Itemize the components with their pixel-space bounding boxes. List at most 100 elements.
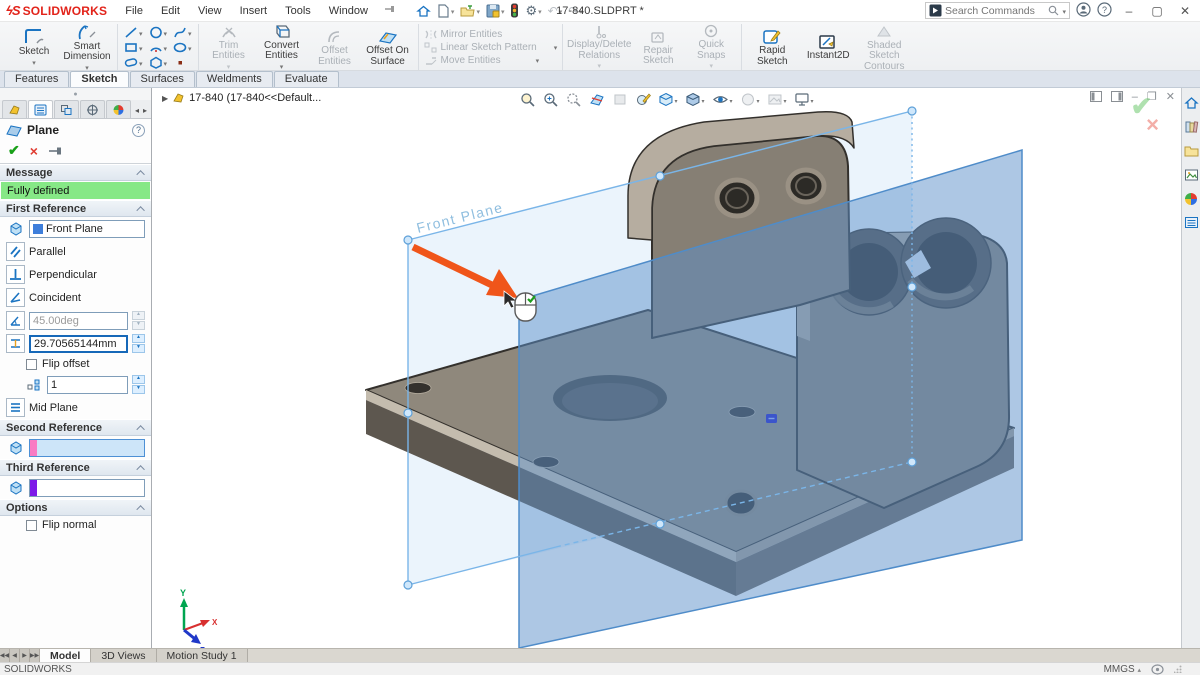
first-reference-section-header[interactable]: First Reference	[0, 200, 151, 217]
tab-scroll-last-icon[interactable]: ▶▶	[30, 649, 40, 662]
units-selector[interactable]: MMGS ▴	[1104, 664, 1141, 675]
ellipse-tool[interactable]	[172, 40, 193, 55]
first-reference-selection-box[interactable]: Front Plane	[29, 220, 145, 238]
propertymanager-tab[interactable]	[28, 100, 53, 118]
help-icon[interactable]: ?	[1097, 2, 1112, 20]
edit-appearance-pencil-icon[interactable]	[634, 92, 650, 107]
close-button[interactable]: ✕	[1174, 4, 1196, 18]
tab-weldments[interactable]: Weldments	[196, 71, 273, 87]
menu-window[interactable]: Window	[321, 2, 376, 20]
rapid-sketch-button[interactable]: Rapid Sketch	[747, 27, 797, 67]
offset-distance-field[interactable]	[29, 335, 128, 353]
feature-tree-breadcrumb[interactable]: ▶ 17-840 (17-840<<Default...	[162, 92, 321, 104]
tree-expand-icon[interactable]: ▶	[162, 94, 168, 103]
cancel-x-button[interactable]: ×	[30, 143, 38, 159]
tab-features[interactable]: Features	[4, 71, 69, 87]
home-tab-icon[interactable]	[1183, 94, 1200, 111]
ok-button[interactable]: ✔	[8, 142, 20, 159]
parallel-constraint-button[interactable]	[6, 242, 25, 261]
offset-distance-spinner[interactable]: ▲▼	[132, 334, 145, 353]
maximize-button[interactable]: ▢	[1146, 4, 1168, 18]
instance-count-field[interactable]	[47, 376, 128, 394]
featuremanager-tab[interactable]	[2, 100, 27, 118]
menu-file[interactable]: File	[117, 2, 151, 20]
menu-insert[interactable]: Insert	[232, 2, 276, 20]
model-3d-scene[interactable]: Front Plane Y X	[152, 88, 1181, 648]
panel-help-icon[interactable]: ?	[132, 124, 145, 137]
zoom-to-area-icon[interactable]	[542, 92, 558, 107]
instant2d-button[interactable]: Instant2D	[800, 32, 856, 62]
flip-offset-checkbox[interactable]	[26, 359, 37, 370]
sketch-button[interactable]: Sketch	[9, 26, 59, 68]
view-palette-icon[interactable]	[1183, 166, 1200, 183]
options-gear-icon[interactable]: ⚙	[523, 2, 543, 20]
mid-plane-button[interactable]	[6, 398, 25, 417]
graphics-viewport[interactable]: ▶ 17-840 (17-840<<Default... – ❐ ✕	[152, 88, 1181, 648]
slot-tool[interactable]	[123, 55, 144, 70]
minimize-button[interactable]: –	[1118, 4, 1140, 18]
panel-splitter-handle[interactable]: ●	[0, 88, 151, 100]
new-document-icon[interactable]	[435, 3, 457, 19]
doc-close-icon[interactable]: ✕	[1166, 90, 1175, 103]
menu-edit[interactable]: Edit	[153, 2, 188, 20]
second-reference-selection-box[interactable]	[29, 439, 145, 457]
convert-entities-button[interactable]: Convert Entities	[257, 22, 307, 73]
offset-on-surface-button[interactable]: Offset On Surface	[363, 27, 413, 67]
search-input[interactable]	[945, 5, 1045, 17]
tab-scroll-left-icon[interactable]: ◂	[135, 106, 139, 115]
tab-scroll-first-icon[interactable]: ◀◀	[0, 649, 10, 662]
third-reference-section-header[interactable]: Third Reference	[0, 459, 151, 476]
menu-view[interactable]: View	[190, 2, 230, 20]
menu-tools[interactable]: Tools	[277, 2, 319, 20]
tab-scroll-prev-icon[interactable]: ◀	[10, 649, 20, 662]
displaymanager-tab[interactable]	[106, 100, 131, 118]
confirm-cancel-icon[interactable]: ×	[1146, 116, 1159, 134]
flip-normal-checkbox[interactable]	[26, 520, 37, 531]
search-dropdown-icon[interactable]	[1062, 5, 1066, 17]
tab-3d-views[interactable]: 3D Views	[91, 649, 156, 662]
dimxpertmanager-tab[interactable]	[80, 100, 105, 118]
tab-motion-study-1[interactable]: Motion Study 1	[157, 649, 248, 662]
collapse-left-pane-icon[interactable]	[1090, 91, 1102, 102]
tab-evaluate[interactable]: Evaluate	[274, 71, 339, 87]
instance-count-spinner[interactable]: ▲▼	[132, 375, 145, 394]
zoom-to-fit-icon[interactable]	[519, 92, 535, 107]
view-orientation-icon[interactable]	[657, 90, 677, 108]
tab-surfaces[interactable]: Surfaces	[130, 71, 195, 87]
search-icon[interactable]	[1048, 5, 1059, 16]
keep-visible-pin-icon[interactable]	[48, 145, 64, 157]
polygon-tool[interactable]	[148, 55, 169, 70]
resize-grip-icon[interactable]	[1174, 665, 1182, 673]
tab-model[interactable]: Model	[40, 649, 91, 662]
tags-icon[interactable]	[1151, 664, 1164, 675]
file-explorer-icon[interactable]	[1183, 142, 1200, 159]
message-section-header[interactable]: Message	[0, 164, 151, 181]
home-icon[interactable]	[414, 3, 433, 19]
open-icon[interactable]	[458, 3, 482, 19]
smart-dimension-button[interactable]: Smart Dimension	[62, 21, 112, 74]
previous-view-icon[interactable]	[565, 92, 581, 107]
third-reference-selection-box[interactable]	[29, 479, 145, 497]
configurationmanager-tab[interactable]	[54, 100, 79, 118]
point-tool[interactable]	[172, 55, 193, 70]
user-account-icon[interactable]	[1076, 2, 1091, 20]
section-view-icon[interactable]	[588, 92, 604, 107]
custom-properties-icon[interactable]	[1183, 214, 1200, 231]
search-commands-box[interactable]	[925, 2, 1070, 19]
perpendicular-constraint-button[interactable]	[6, 265, 25, 284]
tab-sketch[interactable]: Sketch	[70, 71, 128, 87]
hide-show-items-icon[interactable]	[711, 90, 732, 108]
options-section-header[interactable]: Options	[0, 499, 151, 516]
collapse-right-pane-icon[interactable]	[1111, 91, 1123, 102]
design-library-icon[interactable]	[1183, 118, 1200, 135]
coincident-constraint-button[interactable]	[6, 288, 25, 307]
traffic-light-icon[interactable]	[508, 2, 521, 19]
tab-scroll-next-icon[interactable]: ▶	[20, 649, 30, 662]
pin-menu-icon[interactable]	[384, 3, 396, 18]
tab-scroll-right-icon[interactable]: ▸	[143, 106, 147, 115]
view-settings-icon[interactable]	[794, 90, 814, 108]
save-icon[interactable]	[484, 3, 507, 19]
appearances-scenes-icon[interactable]	[1183, 190, 1200, 207]
second-reference-section-header[interactable]: Second Reference	[0, 419, 151, 436]
display-style-icon[interactable]	[684, 90, 704, 108]
